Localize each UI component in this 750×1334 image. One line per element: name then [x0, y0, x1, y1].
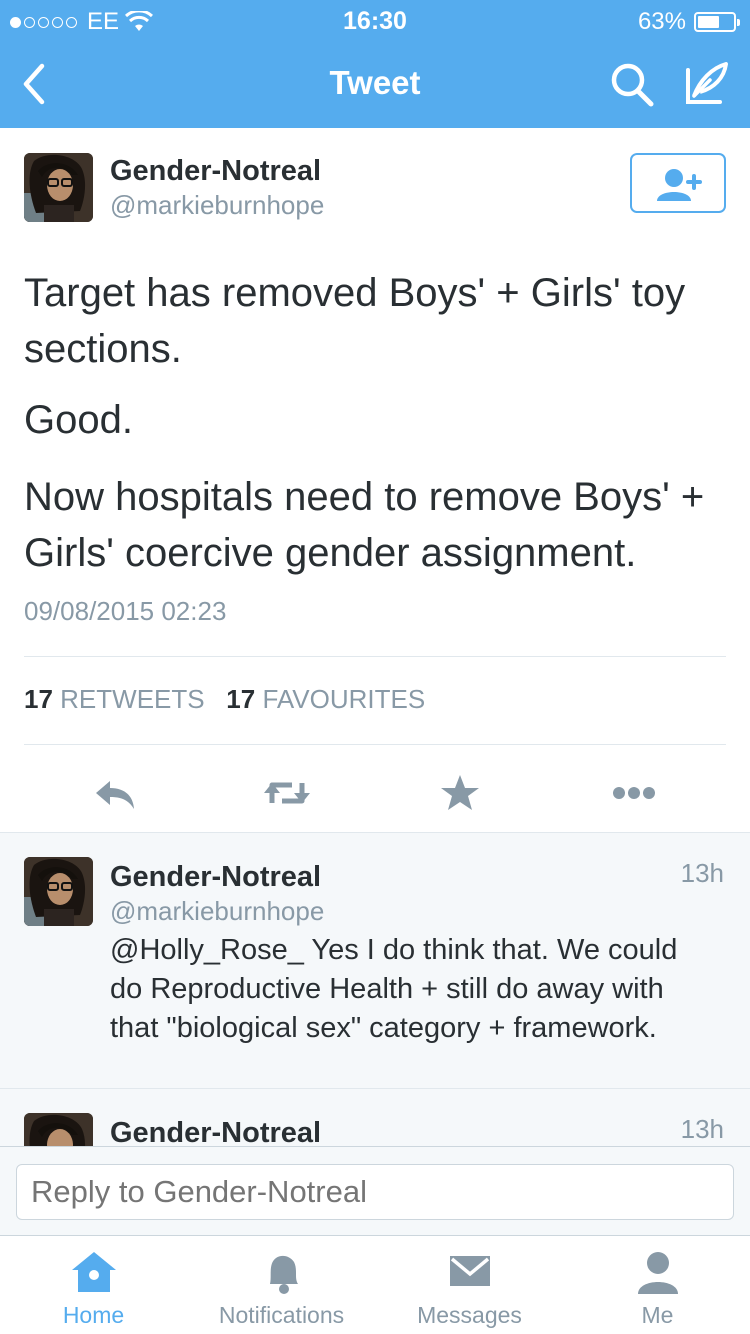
tab-notifications[interactable]: Notifications	[188, 1236, 375, 1334]
screen: EE 16:30 63% Tweet Gender-Notreal @marki…	[0, 0, 750, 1334]
tab-bar: Home Notifications Messages Me	[0, 1235, 750, 1334]
favourite-button[interactable]	[436, 773, 486, 813]
more-icon	[613, 787, 655, 799]
tab-label: Home	[62, 1302, 125, 1328]
battery-percent: 63%	[637, 8, 686, 35]
tweet-paragraph: Now hospitals need to remove Boys' + Gir…	[24, 475, 705, 575]
favourites-count: 17	[226, 684, 256, 714]
tab-label: Notifications	[218, 1302, 345, 1328]
search-icon	[611, 63, 654, 107]
reply-button[interactable]	[90, 773, 140, 813]
reply-text: @Holly_Rose_ Yes I do think that. We cou…	[110, 934, 678, 1044]
reply-composer	[0, 1146, 750, 1235]
bell-icon	[269, 1255, 298, 1294]
retweets-count: 17	[24, 684, 53, 714]
list-item[interactable]: Gender-Notreal @markieburnhope 13h @Holl…	[0, 832, 750, 1088]
battery-icon	[694, 12, 740, 32]
star-icon	[441, 775, 479, 810]
tab-messages[interactable]: Messages	[376, 1236, 563, 1334]
nav-bar: Tweet	[0, 40, 750, 128]
tweet-timestamp: 09/08/2015 02:23	[24, 596, 227, 626]
author-name[interactable]: Gender-Notreal	[110, 155, 321, 188]
person-icon	[637, 1252, 678, 1294]
compose-button[interactable]	[680, 58, 734, 110]
retweets-label: RETWEETS	[60, 684, 205, 714]
tab-label: Messages	[417, 1302, 522, 1328]
favourites-label: FAVOURITES	[262, 684, 426, 714]
status-right: 63%	[637, 8, 740, 36]
more-button[interactable]	[610, 773, 660, 813]
reply-age: 13h	[680, 858, 724, 888]
retweet-button[interactable]	[262, 773, 312, 813]
tab-home[interactable]: Home	[0, 1236, 187, 1334]
retweet-icon	[264, 782, 310, 804]
reply-author-handle[interactable]: @markieburnhope	[110, 896, 324, 927]
follow-button[interactable]	[630, 153, 726, 213]
status-bar: EE 16:30 63%	[0, 0, 750, 40]
tweet-stats: 17 RETWEETS 17 FAVOURITES	[24, 684, 425, 715]
tweet-paragraph: Good.	[24, 398, 133, 442]
header: EE 16:30 63% Tweet	[0, 0, 750, 128]
divider	[24, 656, 726, 657]
compose-icon	[686, 62, 728, 104]
search-button[interactable]	[608, 58, 658, 110]
retweets-stat[interactable]: 17 RETWEETS	[24, 684, 205, 714]
tab-label: Me	[641, 1302, 674, 1328]
avatar[interactable]	[24, 857, 93, 926]
reply-age: 13h	[680, 1114, 724, 1144]
reply-icon	[96, 781, 134, 809]
avatar[interactable]	[24, 153, 93, 222]
tweet-paragraph: Target has removed Boys' + Girls' toy se…	[24, 271, 686, 371]
reply-input[interactable]	[16, 1164, 734, 1220]
add-user-icon	[657, 169, 702, 201]
favourites-stat[interactable]: 17 FAVOURITES	[226, 684, 425, 714]
battery-fill	[698, 16, 720, 28]
tweet-actions	[0, 743, 750, 831]
tab-me[interactable]: Me	[564, 1236, 750, 1334]
home-icon	[71, 1252, 116, 1292]
envelope-icon	[449, 1256, 490, 1286]
author-handle[interactable]: @markieburnhope	[110, 190, 324, 221]
reply-author-name[interactable]: Gender-Notreal	[110, 861, 321, 894]
